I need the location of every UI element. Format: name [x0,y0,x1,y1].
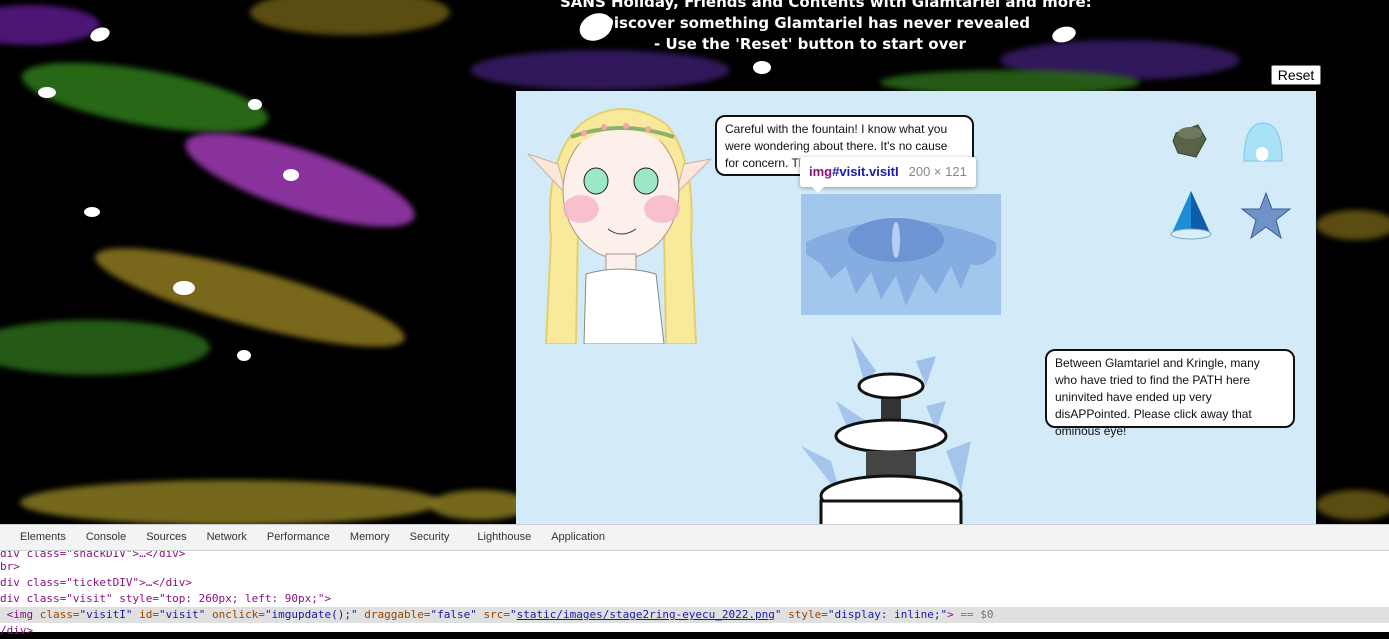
snowflake [237,350,251,361]
code-attr: draggable= [357,608,431,621]
speech-bubble-right: Between Glamtariel and Kringle, many who… [1045,349,1295,438]
bg-streak-yellow [20,480,440,524]
dark-ring-icon[interactable] [1168,119,1210,161]
instruction-line-3: - Use the 'Reset' button to start over [654,35,966,53]
code-attr: onclick= [205,608,265,621]
dom-line-close-div[interactable]: /div> [0,623,1389,639]
igloo-ring-icon[interactable] [1240,119,1286,165]
page-viewport: SANS Holiday, Friends and Contents with … [0,0,1389,524]
snowflake [84,207,100,217]
tab-application[interactable]: Application [541,525,615,550]
tab-console[interactable]: Console [76,525,136,550]
tab-security[interactable]: Security [400,525,460,550]
bg-streak-yellow [430,490,530,520]
bg-streak-purple [0,5,100,45]
tooltip-selector: #visit.visitI [832,164,899,179]
tab-network[interactable]: Network [197,525,257,550]
code-val: "imgupdate();" [264,608,358,621]
snowflake [248,99,262,110]
instruction-line-1: SANS Holiday, Friends and Contents with … [560,0,1092,11]
dom-line-visit-img[interactable]: <img class="visitI" id="visit" onclick="… [0,607,1389,623]
code-selected-marker: == $0 [953,608,994,621]
bg-streak-yellow [250,0,450,35]
devtools-element-tooltip: img#visit.visitI 200 × 121 [800,157,976,193]
code-val: "false" [430,608,477,621]
snowflake [38,87,56,98]
code-val: "visit" [158,608,206,621]
dom-line-ticketdiv[interactable]: div class="ticketDIV">…</div> [0,575,1389,591]
bg-streak-green [17,48,273,147]
glamtariel-character [527,108,713,344]
blue-star-icon[interactable] [1240,191,1292,241]
code-tag: <img [6,608,34,621]
blue-cone-icon[interactable] [1168,189,1214,241]
bg-streak-magenta [176,114,424,246]
tooltip-size: 200 × 121 [908,164,967,179]
code-val: " [510,608,517,621]
tooltip-tag: img [809,164,833,179]
eye-icon [806,218,996,306]
tab-memory[interactable]: Memory [340,525,400,550]
tab-sources[interactable]: Sources [136,525,196,550]
code-attr: style= [781,608,828,621]
snowflake [753,61,771,74]
code-tag: > [947,608,954,621]
bg-streak-yellow [1316,210,1389,240]
fountain [801,336,971,524]
code-val: "visitI" [79,608,133,621]
code-attr: src= [476,608,510,621]
dom-line-br[interactable]: br> [0,559,1389,575]
tab-elements[interactable]: Elements [10,525,76,550]
game-instructions: SANS Holiday, Friends and Contents with … [560,0,1092,55]
code-attr: class= [33,608,80,621]
game-area: Careful with the fountain! I know what y… [516,91,1316,524]
snowflake [283,169,299,181]
src-link[interactable]: static/images/stage2ring-eyecu_2022.png [517,608,775,621]
devtools-panel: Elements Console Sources Network Perform… [0,524,1389,637]
snowflake [173,281,195,295]
bg-streak-purple [470,50,730,90]
code-val: "display: inline;" [827,608,948,621]
dom-line-snackdiv[interactable]: div class="snackDIV">…</div> [0,551,1389,559]
dom-line-visit-div[interactable]: div class="visit" style="top: 260px; lef… [0,591,1389,607]
tab-lighthouse[interactable]: Lighthouse [467,525,541,550]
instruction-line-2: - Discover something Glamtariel has neve… [589,14,1031,32]
code-attr: id= [132,608,159,621]
devtools-tab-bar: Elements Console Sources Network Perform… [0,525,1389,551]
bg-streak-green [0,320,210,375]
ominous-eye-image[interactable] [801,194,1001,315]
reset-button[interactable]: Reset [1271,65,1321,85]
bg-streak-yellow [1316,490,1389,520]
code-val: " [774,608,782,621]
tab-performance[interactable]: Performance [257,525,340,550]
